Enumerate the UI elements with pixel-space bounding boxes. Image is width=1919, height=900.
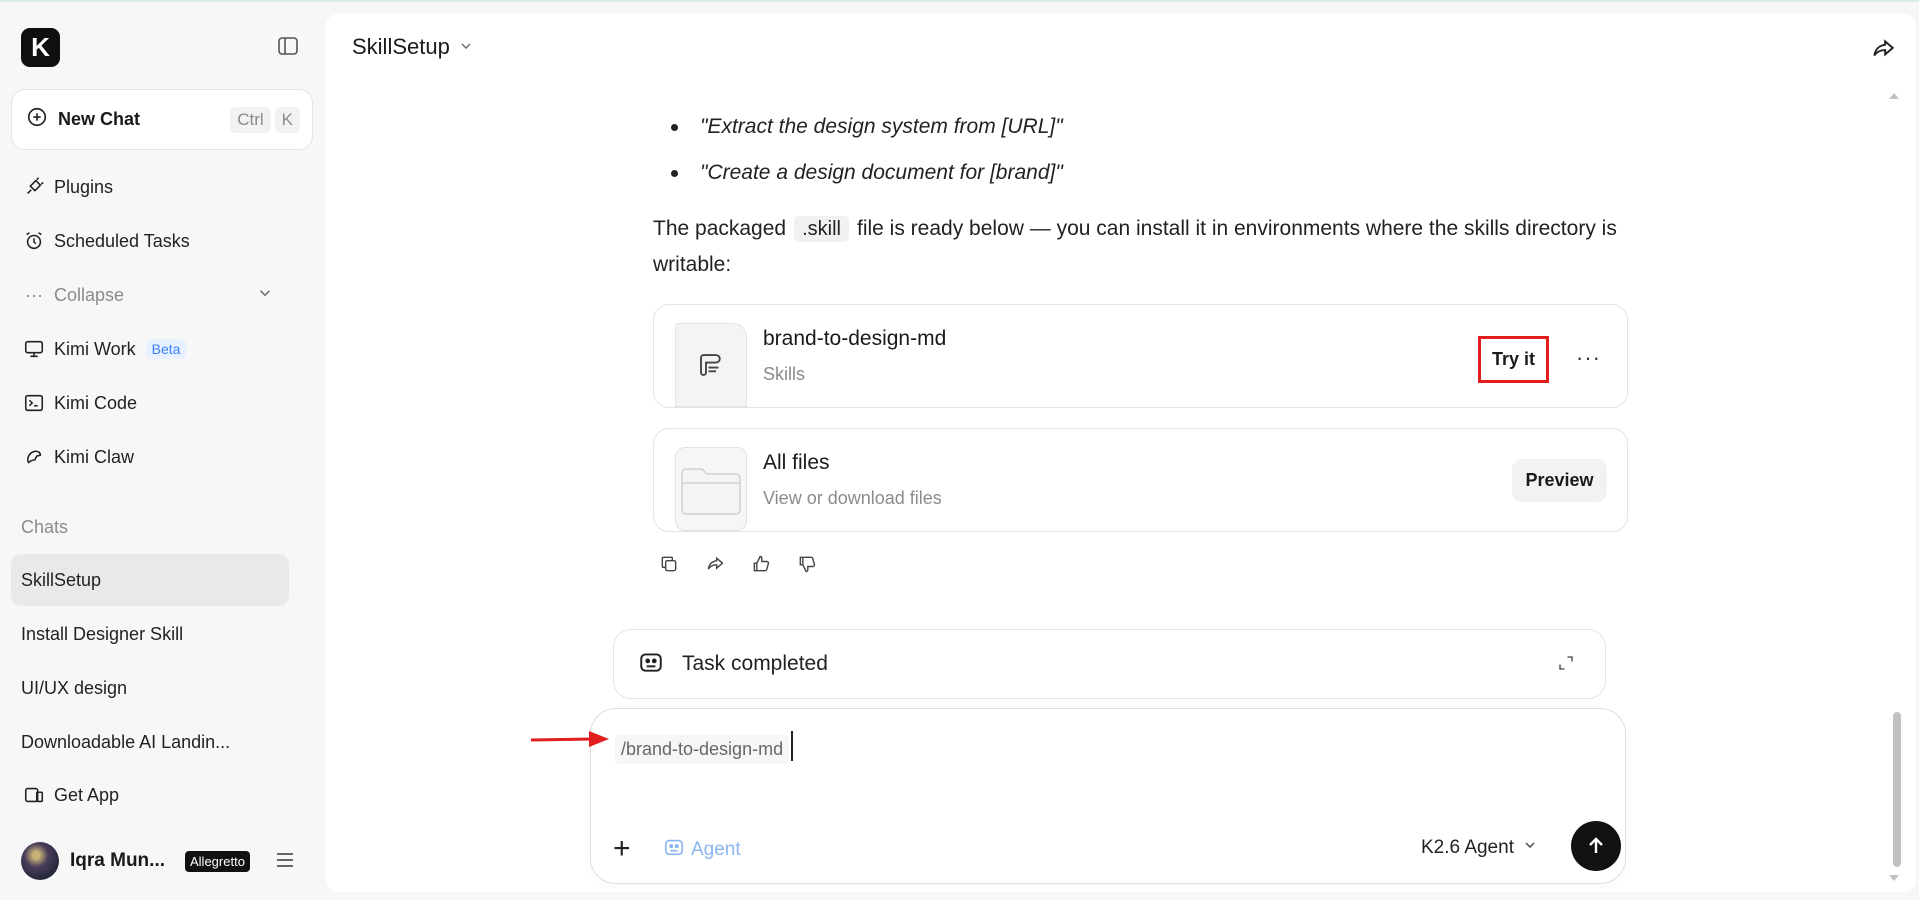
collapse-label: Collapse <box>54 284 125 305</box>
model-name: K2.6 Agent <box>1421 837 1514 858</box>
chevron-down-icon <box>256 284 274 307</box>
sidebar-item-kimi-work[interactable]: Kimi Work Beta <box>22 337 187 361</box>
list-item: "Extract the design system from [URL]" <box>671 115 1063 139</box>
beta-badge: Beta <box>145 339 187 359</box>
chevron-down-icon <box>1522 837 1538 859</box>
mobile-device-icon <box>22 783 46 807</box>
scrollbar-thumb[interactable] <box>1893 712 1901 867</box>
expand-icon[interactable] <box>1557 654 1575 677</box>
claw-icon <box>22 445 46 469</box>
more-dots-icon: ··· <box>25 284 43 305</box>
preview-button[interactable]: Preview <box>1512 459 1607 502</box>
robot-icon <box>638 649 664 680</box>
kimi-logo[interactable]: K <box>21 28 60 67</box>
sidebar-item-kimi-claw[interactable]: Kimi Claw <box>22 445 134 469</box>
chat-item-install-designer-skill[interactable]: Install Designer Skill <box>11 608 289 660</box>
page-title: SkillSetup <box>352 34 450 59</box>
paragraph-text: The packaged <box>653 217 787 240</box>
plug-icon <box>22 175 46 199</box>
bullet-dot <box>671 123 678 131</box>
all-files-title: All files <box>763 451 830 474</box>
chats-section-label: Chats <box>21 517 69 537</box>
chat-panel: SkillSetup "Extract the design system fr… <box>326 14 1916 892</box>
folder-icon <box>675 447 747 531</box>
message-input[interactable]: /brand-to-design-md + Agent K2.6 Agent <box>590 708 1626 884</box>
try-it-button[interactable]: Try it <box>1478 336 1549 383</box>
agent-mode-toggle[interactable]: Agent <box>663 836 741 864</box>
message-paragraph: The packaged .skill file is ready below — … <box>653 211 1628 282</box>
message-action-bar <box>659 554 817 579</box>
sidebar-item-plugins[interactable]: Plugins <box>22 175 113 199</box>
robot-icon <box>663 836 685 864</box>
bullet-text: "Extract the design system from [URL]" <box>700 115 1063 138</box>
sidebar-collapse-toggle[interactable]: ··· Collapse <box>22 283 274 307</box>
annotation-arrow-icon <box>529 728 611 757</box>
skill-file-icon <box>675 323 747 407</box>
sidebar-item-label: Kimi Code <box>54 392 138 413</box>
sidebar-item-scheduled-tasks[interactable]: Scheduled Tasks <box>22 229 190 253</box>
bullet-text: "Create a design document for [brand]" <box>700 161 1063 184</box>
sidebar-item-label: Plugins <box>54 176 114 197</box>
add-attachment-icon[interactable]: + <box>613 832 631 866</box>
list-item: "Create a design document for [brand]" <box>671 161 1063 185</box>
chat-title-dropdown[interactable]: SkillSetup <box>352 34 474 60</box>
chat-item-downloadable-ai-landing[interactable]: Downloadable AI Landin... <box>11 716 289 768</box>
thumbs-down-icon[interactable] <box>797 554 817 579</box>
text-caret <box>791 731 793 761</box>
agent-label: Agent <box>691 839 741 860</box>
share-icon[interactable] <box>1870 36 1896 67</box>
hamburger-menu-icon[interactable] <box>275 851 295 874</box>
all-files-card[interactable]: All files View or download files Preview <box>653 428 1628 532</box>
plan-badge: Allegretto <box>185 850 250 872</box>
chat-item-uiux-design[interactable]: UI/UX design <box>11 662 289 714</box>
new-chat-button[interactable]: New Chat Ctrl K <box>11 89 313 150</box>
chat-item-skillsetup[interactable]: SkillSetup <box>11 554 289 606</box>
skill-file-name: brand-to-design-md <box>763 327 947 350</box>
sidebar-toggle-icon[interactable] <box>276 34 300 58</box>
terminal-icon <box>22 391 46 415</box>
alarm-clock-icon <box>22 229 46 253</box>
task-status-text: Task completed <box>682 652 828 675</box>
shortcut-key: Ctrl <box>230 106 271 133</box>
share-icon[interactable] <box>705 554 725 579</box>
send-button[interactable] <box>1571 821 1621 871</box>
bullet-dot <box>671 169 678 177</box>
sidebar-item-label: Kimi Claw <box>54 446 135 467</box>
more-options-icon[interactable]: ··· <box>1576 345 1601 371</box>
get-app-link[interactable]: Get App <box>22 783 119 807</box>
sidebar-item-label: Kimi Work <box>54 338 136 359</box>
inline-code: .skill <box>794 216 849 242</box>
get-app-label: Get App <box>54 784 120 805</box>
chevron-down-icon <box>458 34 474 60</box>
avatar <box>21 842 59 880</box>
shortcut-key: K <box>274 106 300 133</box>
skill-file-type: Skills <box>763 364 806 384</box>
sidebar-item-kimi-code[interactable]: Kimi Code <box>22 391 137 415</box>
thumbs-up-icon[interactable] <box>751 554 771 579</box>
monitor-icon <box>22 337 46 361</box>
skill-file-card[interactable]: brand-to-design-md Skills Try it ··· <box>653 304 1628 408</box>
sidebar: K New Chat Ctrl K Plugins Scheduled Task… <box>0 2 325 900</box>
sidebar-item-label: Scheduled Tasks <box>54 230 190 251</box>
model-selector[interactable]: K2.6 Agent <box>1421 837 1538 859</box>
task-status-bar[interactable]: Task completed <box>613 629 1606 699</box>
copy-icon[interactable] <box>659 554 679 579</box>
plus-circle-icon <box>26 106 48 133</box>
all-files-subtitle: View or download files <box>763 488 942 508</box>
user-name: Iqra Mun... <box>70 850 165 871</box>
slash-command-chip[interactable]: /brand-to-design-md <box>615 735 790 764</box>
user-profile[interactable]: Iqra Mun... Allegretto <box>21 842 250 880</box>
new-chat-label: New Chat <box>58 109 141 129</box>
shortcut-hint: Ctrl K <box>226 106 300 133</box>
